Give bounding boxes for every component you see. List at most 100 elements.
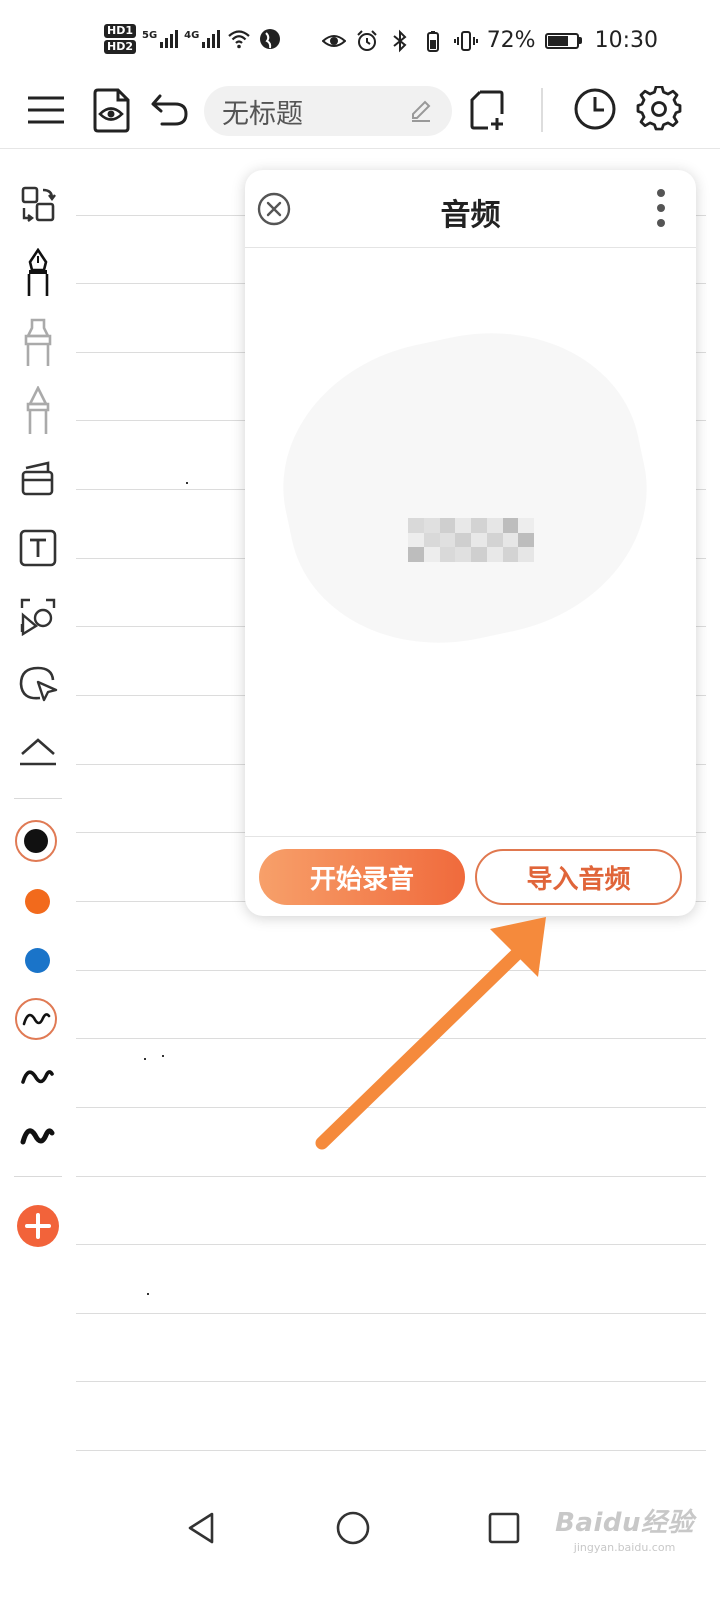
mosaic-cell <box>502 518 519 533</box>
watermark-brand: Baidu经验 <box>555 1508 694 1538</box>
mosaic-cell <box>486 547 503 562</box>
import-audio-button[interactable]: 导入音频 <box>475 849 682 905</box>
edit-pencil-icon[interactable] <box>408 98 434 124</box>
audio-popup: 音频 开始录音 导入音频 <box>245 170 696 916</box>
color-swatch-black-selected[interactable] <box>15 820 57 862</box>
more-options-icon[interactable] <box>649 188 673 228</box>
fountain-pen-icon[interactable] <box>18 248 58 296</box>
mosaic-cell <box>423 518 440 533</box>
back-nav-icon[interactable] <box>182 1508 222 1548</box>
toolbar-divider <box>541 88 543 132</box>
tool-separator <box>14 1176 62 1177</box>
color-swatch-orange[interactable] <box>25 889 50 914</box>
network-4g-label: 4G <box>184 30 200 41</box>
undo-icon[interactable] <box>148 88 192 132</box>
mosaic-cell <box>518 518 534 533</box>
signal-5g-icon: 5G <box>142 30 179 48</box>
eraser-icon[interactable] <box>18 458 58 498</box>
add-color-icon[interactable] <box>16 1204 60 1248</box>
ink-dot <box>147 1293 149 1295</box>
mosaic-cell <box>439 518 456 533</box>
mosaic-cell <box>408 518 424 533</box>
collapse-icon[interactable] <box>18 732 58 772</box>
paper-line <box>76 1176 706 1177</box>
menu-icon[interactable] <box>24 88 68 132</box>
status-bar-left: HD1 HD2 5G 4G <box>104 24 282 54</box>
battery-percent: 72% <box>486 28 536 53</box>
signal-4g-icon: 4G <box>184 30 221 48</box>
stroke-wave-medium-icon[interactable] <box>20 1064 54 1090</box>
watermark-url: jingyan.baidu.com <box>573 1541 676 1554</box>
clock-time: 10:30 <box>594 28 658 53</box>
paper-line <box>76 1381 706 1382</box>
color-black-dot <box>24 829 48 853</box>
paper-line <box>76 1450 706 1451</box>
mosaic-cell <box>439 547 456 562</box>
mosaic-cell <box>408 547 424 562</box>
mosaic-cell <box>455 547 471 562</box>
text-box-icon[interactable] <box>18 528 58 568</box>
home-nav-icon[interactable] <box>333 1508 373 1548</box>
history-clock-icon[interactable] <box>572 86 618 132</box>
status-bar-right: 72% 10:30 <box>321 28 658 53</box>
mosaic-cell <box>518 532 534 548</box>
status-bar: HD1 HD2 5G 4G 72% 10:30 <box>0 0 720 80</box>
audio-list-area <box>245 248 696 836</box>
lasso-select-icon[interactable] <box>18 664 58 704</box>
mosaic-cell <box>486 532 503 548</box>
stroke-thin-selected[interactable] <box>15 998 57 1040</box>
mosaic-cell <box>439 532 456 548</box>
paper-line <box>76 1244 706 1245</box>
note-title: 无标题 <box>222 98 303 130</box>
empty-state-illustration <box>257 303 673 673</box>
mosaic-cell <box>455 518 471 533</box>
battery-saver-icon <box>426 30 439 52</box>
paper-line <box>76 1313 706 1314</box>
settings-gear-icon[interactable] <box>636 86 682 132</box>
recents-nav-icon[interactable] <box>484 1508 524 1548</box>
popup-footer: 开始录音 导入音频 <box>245 836 696 916</box>
network-5g-label: 5G <box>142 30 158 41</box>
mosaic-cell <box>423 547 440 562</box>
stroke-wave-thick-icon[interactable] <box>19 1122 55 1150</box>
alarm-icon <box>356 29 377 51</box>
ink-dot <box>162 1055 164 1057</box>
tool-separator <box>14 798 62 799</box>
mosaic-cell <box>502 547 519 562</box>
note-title-field[interactable]: 无标题 <box>204 86 452 136</box>
start-recording-button[interactable]: 开始录音 <box>259 849 465 905</box>
popup-title: 音频 <box>440 198 501 233</box>
color-swatch-blue[interactable] <box>25 948 50 973</box>
marker-icon[interactable] <box>18 318 58 366</box>
mosaic-cell <box>502 532 519 548</box>
battery-icon <box>544 32 582 49</box>
mosaic-cell <box>408 532 424 548</box>
mosaic-cell <box>455 532 471 548</box>
ink-dot <box>186 482 188 484</box>
pencil-icon[interactable] <box>18 386 58 434</box>
baidu-watermark: Baidu经验 jingyan.baidu.com <box>555 1502 694 1554</box>
mosaic-cell <box>471 532 487 548</box>
empty-state-text-redacted <box>408 518 534 562</box>
annotation-arrow <box>315 917 546 1150</box>
mosaic-cell <box>423 532 440 548</box>
vpn-globe-icon <box>260 29 281 49</box>
preview-doc-icon[interactable] <box>88 86 136 134</box>
mosaic-cell <box>518 547 534 562</box>
mosaic-cell <box>486 518 503 533</box>
system-nav-bar: Baidu经验 jingyan.baidu.com <box>0 1488 720 1600</box>
bluetooth-icon <box>393 29 407 52</box>
lasso-shape-icon[interactable] <box>18 596 58 636</box>
mosaic-cell <box>471 518 487 533</box>
popup-header: 音频 <box>245 170 696 248</box>
layout-switch-icon[interactable] <box>18 184 58 224</box>
mosaic-cell <box>471 547 487 562</box>
hd2-badge: HD2 <box>104 40 136 54</box>
new-page-icon[interactable] <box>464 86 512 134</box>
wifi-icon <box>228 30 251 49</box>
top-toolbar: 无标题 <box>0 80 720 149</box>
stroke-wave-thin-icon <box>22 1013 51 1026</box>
eye-icon <box>321 34 346 47</box>
vibrate-icon <box>453 30 478 51</box>
hd-indicators: HD1 HD2 <box>104 24 136 54</box>
